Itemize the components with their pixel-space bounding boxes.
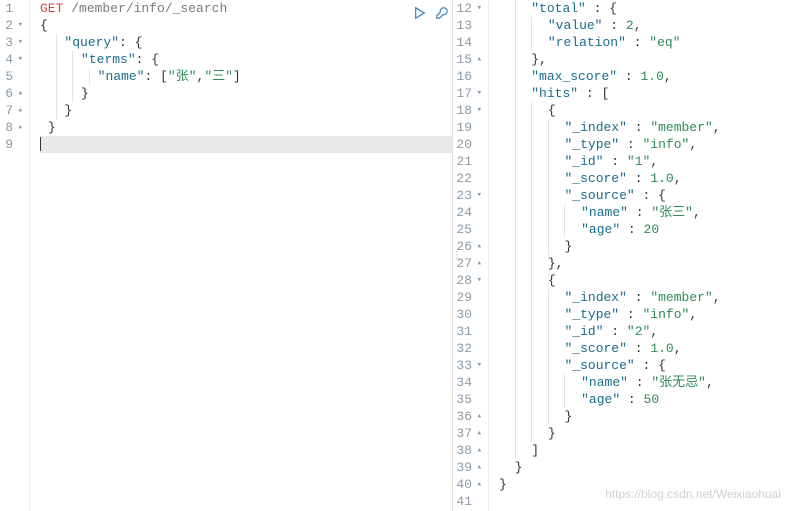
fold-marker[interactable]: ▴ (15, 119, 23, 136)
fold-marker[interactable]: ▾ (15, 34, 23, 51)
fold-marker[interactable]: ▴ (474, 238, 482, 255)
fold-marker[interactable]: ▾ (474, 85, 482, 102)
fold-marker[interactable]: ▴ (15, 85, 23, 102)
run-icon[interactable] (413, 6, 427, 24)
wrench-icon[interactable] (435, 6, 449, 24)
fold-marker[interactable]: ▴ (474, 425, 482, 442)
panel-resize-handle[interactable]: ⋮ (452, 250, 463, 262)
fold-marker[interactable]: ▴ (474, 255, 482, 272)
response-code[interactable]: "total" : { "value" : 2, "relation" : "e… (489, 0, 791, 511)
fold-marker[interactable]: ▾ (474, 187, 482, 204)
fold-marker[interactable]: ▴ (474, 442, 482, 459)
fold-marker[interactable]: ▾ (474, 102, 482, 119)
response-viewer: 12▾13 14 15▴16 17▾18▾19 20 21 22 23▾24 2… (453, 0, 791, 511)
line-gutter: 1 2▾3▾4▾5 6▴7▴8▴9 (0, 0, 30, 511)
fold-marker[interactable]: ▴ (474, 51, 482, 68)
request-code[interactable]: GET /member/info/_search{ "query": { "te… (30, 0, 452, 511)
fold-marker[interactable]: ▾ (474, 0, 482, 17)
fold-marker[interactable]: ▴ (15, 102, 23, 119)
fold-marker[interactable]: ▴ (474, 459, 482, 476)
watermark: https://blog.csdn.net/Weixiaohuai (605, 487, 781, 501)
fold-marker[interactable]: ▾ (474, 272, 482, 289)
fold-marker[interactable]: ▾ (15, 51, 23, 68)
fold-marker[interactable]: ▴ (474, 408, 482, 425)
request-editor: 1 2▾3▾4▾5 6▴7▴8▴9 GET /member/info/_sear… (0, 0, 453, 511)
fold-marker[interactable]: ▴ (474, 476, 482, 493)
fold-marker[interactable]: ▾ (474, 357, 482, 374)
fold-marker[interactable]: ▾ (15, 17, 23, 34)
